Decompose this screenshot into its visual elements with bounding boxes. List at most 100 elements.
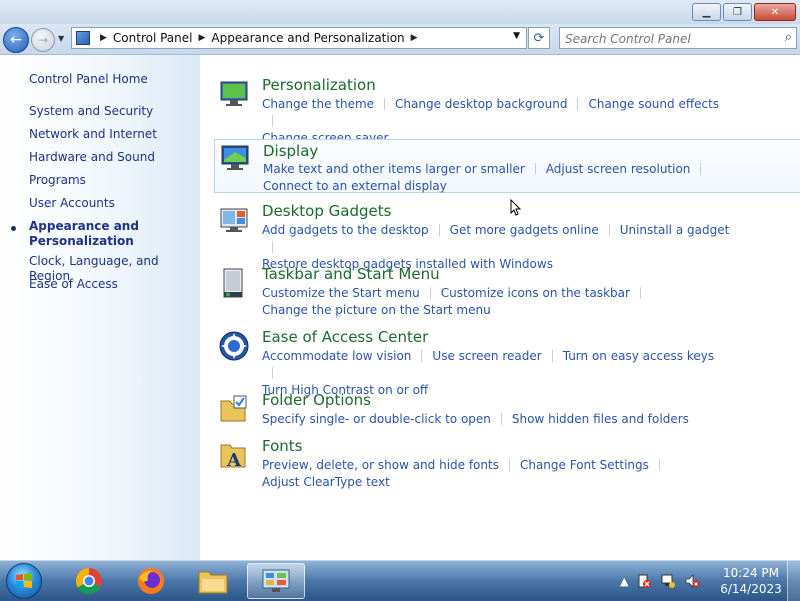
navigation-bar: ← → ▼ ▶ Control Panel ▶ Appearance and P… (0, 24, 800, 55)
link-single-double-click[interactable]: Specify single- or double-click to open (262, 412, 491, 426)
address-bar[interactable]: ▶ Control Panel ▶ Appearance and Persona… (71, 27, 527, 49)
sidebar-item-user-accounts[interactable]: User Accounts (29, 196, 115, 211)
category-links: Preview, delete, or show and hide fonts C… (262, 457, 732, 491)
file-explorer-icon (198, 571, 228, 594)
link-show-hidden-files[interactable]: Show hidden files and folders (512, 412, 689, 426)
taskbar-chrome[interactable] (63, 563, 115, 599)
control-panel-icon (76, 31, 90, 45)
title-bar: ▁ ❐ ✕ (0, 0, 800, 24)
category-links: Make text and other items larger or smal… (263, 161, 733, 195)
category-title[interactable]: Desktop Gadgets (262, 202, 391, 220)
action-center-icon[interactable] (636, 573, 652, 589)
link-low-vision[interactable]: Accommodate low vision (262, 349, 411, 363)
category-title[interactable]: Taskbar and Start Menu (262, 265, 440, 283)
sidebar-item-label: Personalization (29, 234, 134, 248)
category-fonts: A Fonts Preview, delete, or show and hid… (214, 437, 788, 497)
control-panel-icon (262, 569, 290, 592)
display-icon[interactable] (219, 142, 251, 174)
link-customize-taskbar-icons[interactable]: Customize icons on the taskbar (441, 286, 630, 300)
taskbar-firefox[interactable] (125, 563, 177, 599)
link-change-start-picture[interactable]: Change the picture on the Start menu (262, 303, 491, 317)
link-uninstall-gadget[interactable]: Uninstall a gadget (620, 223, 730, 237)
category-desktop-gadgets: Desktop Gadgets Add gadgets to the deskt… (214, 202, 788, 271)
address-dropdown-icon[interactable]: ▼ (513, 31, 520, 41)
personalization-icon[interactable] (218, 78, 250, 110)
link-get-more-gadgets[interactable]: Get more gadgets online (450, 223, 599, 237)
link-external-display[interactable]: Connect to an external display (263, 179, 447, 193)
category-title[interactable]: Display (263, 142, 318, 160)
link-screen-resolution[interactable]: Adjust screen resolution (546, 162, 691, 176)
windows-logo-icon (16, 573, 32, 588)
sidebar: Control Panel Home System and Security N… (0, 55, 200, 560)
recent-pages-dropdown[interactable]: ▼ (58, 34, 64, 43)
link-customize-start-menu[interactable]: Customize the Start menu (262, 286, 420, 300)
category-taskbar-start-menu: Taskbar and Start Menu Customize the Sta… (214, 265, 788, 325)
volume-muted-icon[interactable] (684, 573, 700, 589)
network-icon[interactable] (660, 573, 676, 589)
link-text-size[interactable]: Make text and other items larger or smal… (263, 162, 525, 176)
breadcrumb-control-panel[interactable]: Control Panel (113, 31, 193, 45)
fonts-icon[interactable]: A (218, 439, 250, 471)
chevron-right-icon[interactable]: ▶ (411, 33, 418, 43)
forward-button[interactable]: → (31, 28, 55, 52)
category-personalization: Personalization Change the theme Change d… (214, 76, 788, 145)
main-content: Personalization Change the theme Change d… (200, 55, 800, 560)
chrome-icon (75, 567, 102, 595)
gadgets-icon[interactable] (218, 204, 250, 236)
refresh-button[interactable]: ⟳ (528, 27, 550, 49)
breadcrumb-appearance[interactable]: Appearance and Personalization (211, 31, 404, 45)
taskbar-icon[interactable] (218, 267, 250, 299)
taskbar-file-explorer[interactable] (187, 563, 239, 599)
svg-text:A: A (226, 450, 242, 471)
category-title[interactable]: Ease of Access Center (262, 328, 428, 346)
firefox-icon (138, 568, 164, 594)
show-desktop-button[interactable] (787, 561, 800, 601)
link-screen-reader[interactable]: Use screen reader (432, 349, 541, 363)
search-icon[interactable]: ⌕ (785, 30, 792, 45)
ease-of-access-icon[interactable] (218, 330, 250, 362)
close-button[interactable]: ✕ (754, 3, 796, 21)
taskbar: ▲ 10:24 PM 6/14/2023 (0, 560, 800, 601)
sidebar-item-hardware[interactable]: Hardware and Sound (29, 150, 155, 165)
chevron-right-icon[interactable]: ▶ (199, 33, 206, 43)
category-title[interactable]: Personalization (262, 76, 376, 94)
link-cleartype[interactable]: Adjust ClearType text (262, 475, 390, 489)
link-change-sound-effects[interactable]: Change sound effects (588, 97, 719, 111)
clock-date: 6/14/2023 (720, 582, 782, 596)
mouse-cursor-icon (510, 199, 522, 216)
maximize-button[interactable]: ❐ (723, 3, 752, 21)
category-ease-of-access: Ease of Access Center Accommodate low vi… (214, 328, 788, 397)
sidebar-item-network[interactable]: Network and Internet (29, 127, 157, 142)
link-add-gadgets[interactable]: Add gadgets to the desktop (262, 223, 429, 237)
category-title[interactable]: Fonts (262, 437, 302, 455)
folder-options-icon[interactable] (218, 393, 250, 425)
search-input[interactable] (565, 30, 765, 48)
link-change-theme[interactable]: Change the theme (262, 97, 374, 111)
link-font-settings[interactable]: Change Font Settings (520, 458, 649, 472)
clock[interactable]: 10:24 PM 6/14/2023 (716, 565, 786, 597)
sidebar-item-programs[interactable]: Programs (29, 173, 86, 188)
search-box[interactable]: ⌕ (559, 27, 797, 49)
system-tray: ▲ (620, 561, 700, 601)
sidebar-item-label: Appearance and (29, 219, 139, 233)
sidebar-control-panel-home[interactable]: Control Panel Home (29, 72, 148, 87)
category-links: Customize the Start menu Customize icons … (262, 285, 732, 319)
sidebar-item-system-security[interactable]: System and Security (29, 104, 153, 119)
show-hidden-icons-icon[interactable]: ▲ (620, 575, 628, 588)
category-display: Display Make text and other items larger… (214, 139, 800, 193)
back-button[interactable]: ← (3, 27, 29, 53)
category-title[interactable]: Folder Options (262, 391, 371, 409)
category-links: Specify single- or double-click to open S… (262, 411, 732, 428)
window-controls: ▁ ❐ ✕ (692, 3, 796, 21)
sidebar-item-ease-of-access[interactable]: Ease of Access (29, 277, 118, 292)
sidebar-item-appearance[interactable]: Appearance and Personalization (29, 219, 139, 249)
start-button[interactable] (6, 563, 42, 599)
link-preview-fonts[interactable]: Preview, delete, or show and hide fonts (262, 458, 499, 472)
active-item-bullet (11, 226, 16, 231)
minimize-button[interactable]: ▁ (692, 3, 721, 21)
taskbar-control-panel[interactable] (247, 563, 305, 599)
chevron-right-icon[interactable]: ▶ (100, 33, 107, 43)
link-easy-access-keys[interactable]: Turn on easy access keys (563, 349, 714, 363)
clock-time: 10:24 PM (723, 566, 779, 580)
link-change-background[interactable]: Change desktop background (395, 97, 567, 111)
